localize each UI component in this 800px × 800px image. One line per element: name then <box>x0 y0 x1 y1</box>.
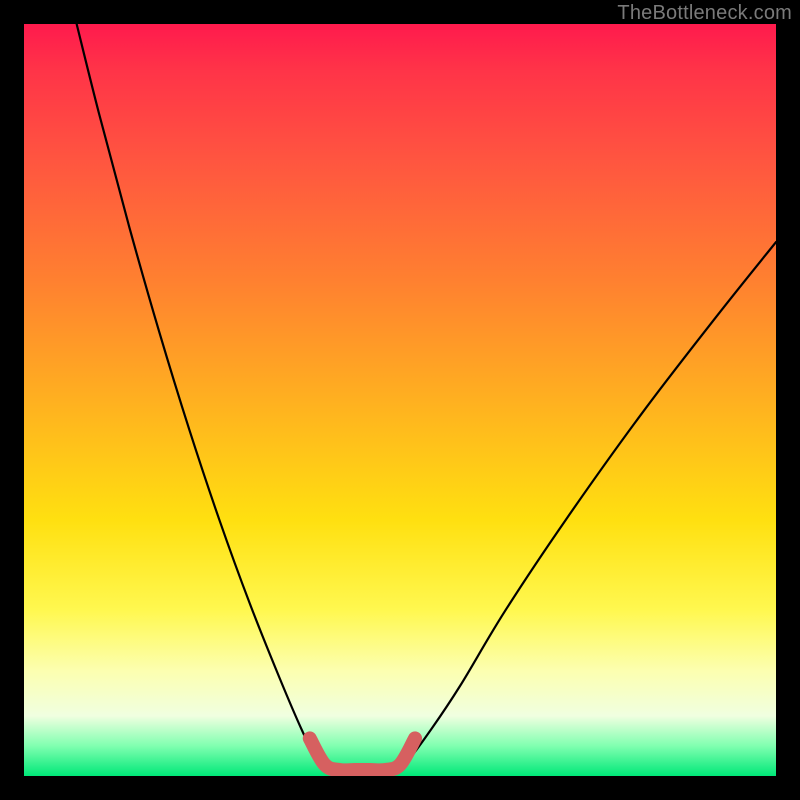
bottom-highlight <box>310 738 415 770</box>
left-curve <box>77 24 329 772</box>
chart-frame: TheBottleneck.com <box>0 0 800 800</box>
curve-layer <box>24 24 776 776</box>
watermark-text: TheBottleneck.com <box>617 2 792 25</box>
right-curve <box>392 242 776 772</box>
plot-area <box>24 24 776 776</box>
